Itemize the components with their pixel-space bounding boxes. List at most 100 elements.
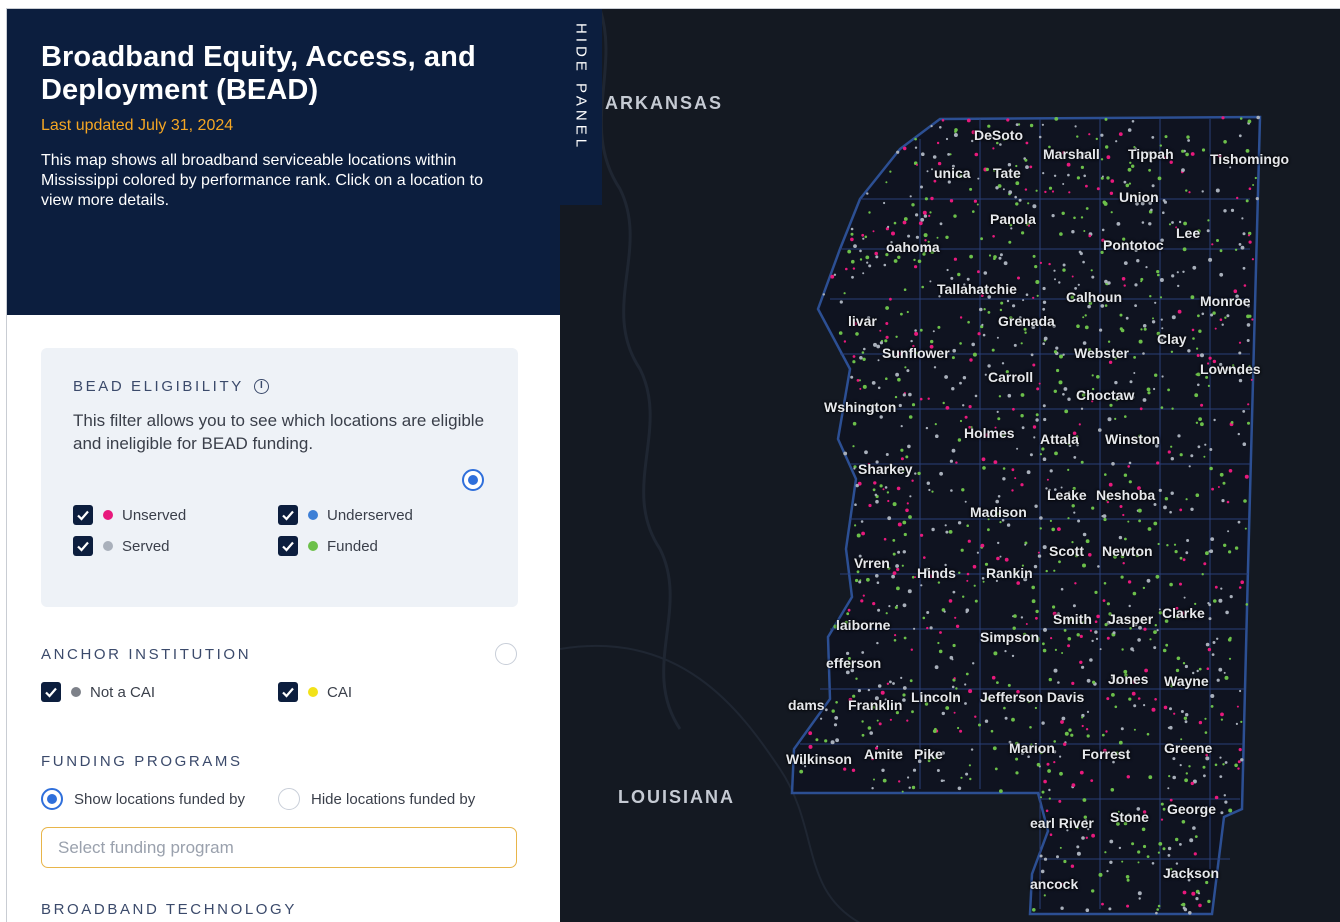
location-dot[interactable] (1101, 733, 1105, 737)
location-dot[interactable] (847, 249, 852, 254)
location-dot[interactable] (1143, 704, 1146, 707)
location-dot[interactable] (971, 342, 975, 347)
location-dot[interactable] (900, 312, 903, 316)
location-dot[interactable] (929, 211, 932, 214)
location-dot[interactable] (1169, 707, 1172, 711)
location-dot[interactable] (1101, 228, 1105, 232)
location-dot[interactable] (1103, 582, 1107, 585)
location-dot[interactable] (861, 651, 865, 654)
location-dot[interactable] (1032, 254, 1036, 258)
location-dot[interactable] (1197, 314, 1200, 318)
location-dot[interactable] (941, 711, 945, 716)
location-dot[interactable] (885, 306, 889, 310)
location-dot[interactable] (1011, 489, 1014, 492)
location-dot[interactable] (866, 577, 870, 582)
location-dot[interactable] (1043, 336, 1048, 341)
location-dot[interactable] (913, 258, 916, 262)
location-dot[interactable] (930, 339, 934, 344)
location-dot[interactable] (1032, 425, 1037, 429)
location-dot[interactable] (859, 258, 863, 261)
checkbox-checked-icon[interactable] (73, 536, 93, 556)
location-dot[interactable] (920, 185, 923, 189)
location-dot[interactable] (872, 230, 875, 233)
map-canvas[interactable]: ARKANSAS LOUISIANA DeSoto Marshall Tippa… (560, 9, 1340, 922)
location-dot[interactable] (882, 488, 885, 491)
location-dot[interactable] (1056, 368, 1060, 373)
location-dot[interactable] (928, 488, 931, 492)
location-dot[interactable] (1245, 199, 1249, 203)
location-dot[interactable] (1205, 642, 1210, 647)
filter-unserved[interactable]: Unserved (73, 505, 186, 525)
location-dot[interactable] (1244, 527, 1247, 530)
location-dot[interactable] (1071, 275, 1074, 278)
location-dot[interactable] (1151, 320, 1156, 324)
location-dot[interactable] (1131, 691, 1136, 696)
location-dot[interactable] (1175, 668, 1180, 673)
location-dot[interactable] (1085, 728, 1089, 731)
location-dot[interactable] (921, 152, 925, 156)
location-dot[interactable] (1096, 187, 1100, 191)
location-dot[interactable] (1240, 580, 1244, 584)
location-dot[interactable] (1124, 415, 1127, 418)
location-dot[interactable] (974, 152, 979, 157)
location-dot[interactable] (898, 403, 902, 408)
location-dot[interactable] (1192, 826, 1196, 830)
location-dot[interactable] (924, 197, 928, 201)
location-dot[interactable] (1177, 284, 1180, 288)
location-dot[interactable] (1161, 375, 1164, 378)
location-dot[interactable] (1193, 852, 1197, 856)
location-dot[interactable] (1046, 478, 1049, 481)
location-dot[interactable] (1242, 232, 1246, 236)
location-dot[interactable] (1219, 249, 1223, 253)
location-dot[interactable] (981, 323, 984, 326)
location-dot[interactable] (1047, 769, 1051, 773)
location-dot[interactable] (1215, 188, 1220, 193)
location-dot[interactable] (895, 564, 899, 568)
location-dot[interactable] (859, 249, 862, 253)
location-dot[interactable] (1091, 374, 1094, 377)
location-dot[interactable] (944, 524, 947, 527)
location-dot[interactable] (982, 466, 986, 470)
location-dot[interactable] (974, 394, 978, 398)
location-dot[interactable] (1104, 279, 1108, 284)
location-dot[interactable] (1197, 445, 1201, 449)
location-dot[interactable] (1002, 188, 1005, 191)
location-dot[interactable] (1053, 269, 1056, 272)
location-dot[interactable] (843, 767, 847, 771)
location-dot[interactable] (1228, 657, 1232, 660)
location-dot[interactable] (1230, 421, 1234, 424)
location-dot[interactable] (1194, 393, 1199, 398)
location-dot[interactable] (1098, 872, 1103, 877)
location-dot[interactable] (1212, 641, 1216, 644)
location-dot[interactable] (923, 214, 928, 218)
location-dot[interactable] (1032, 296, 1035, 299)
location-dot[interactable] (1011, 654, 1015, 658)
location-dot[interactable] (945, 530, 949, 534)
location-dot[interactable] (1042, 457, 1047, 462)
location-dot[interactable] (1078, 423, 1081, 426)
location-dot[interactable] (1118, 846, 1122, 850)
location-dot[interactable] (1217, 486, 1220, 488)
location-dot[interactable] (983, 308, 986, 311)
location-dot[interactable] (1035, 189, 1038, 192)
location-dot[interactable] (1014, 477, 1017, 480)
checkbox-checked-icon[interactable] (41, 682, 61, 702)
location-dot[interactable] (1119, 327, 1123, 331)
location-dot[interactable] (868, 264, 872, 268)
location-dot[interactable] (1213, 418, 1216, 422)
location-dot[interactable] (914, 146, 918, 149)
bead-eligibility-radio[interactable] (462, 469, 484, 491)
location-dot[interactable] (876, 581, 880, 584)
location-dot[interactable] (1143, 327, 1147, 331)
location-dot[interactable] (1062, 263, 1066, 267)
location-dot[interactable] (1105, 730, 1108, 733)
location-dot[interactable] (972, 210, 975, 213)
location-dot[interactable] (1157, 273, 1160, 277)
location-dot[interactable] (852, 421, 857, 426)
location-dot[interactable] (824, 708, 828, 712)
location-dot[interactable] (1031, 585, 1035, 590)
location-dot[interactable] (859, 356, 863, 360)
location-dot[interactable] (1067, 397, 1071, 401)
location-dot[interactable] (1039, 261, 1042, 264)
location-dot[interactable] (1208, 550, 1211, 553)
